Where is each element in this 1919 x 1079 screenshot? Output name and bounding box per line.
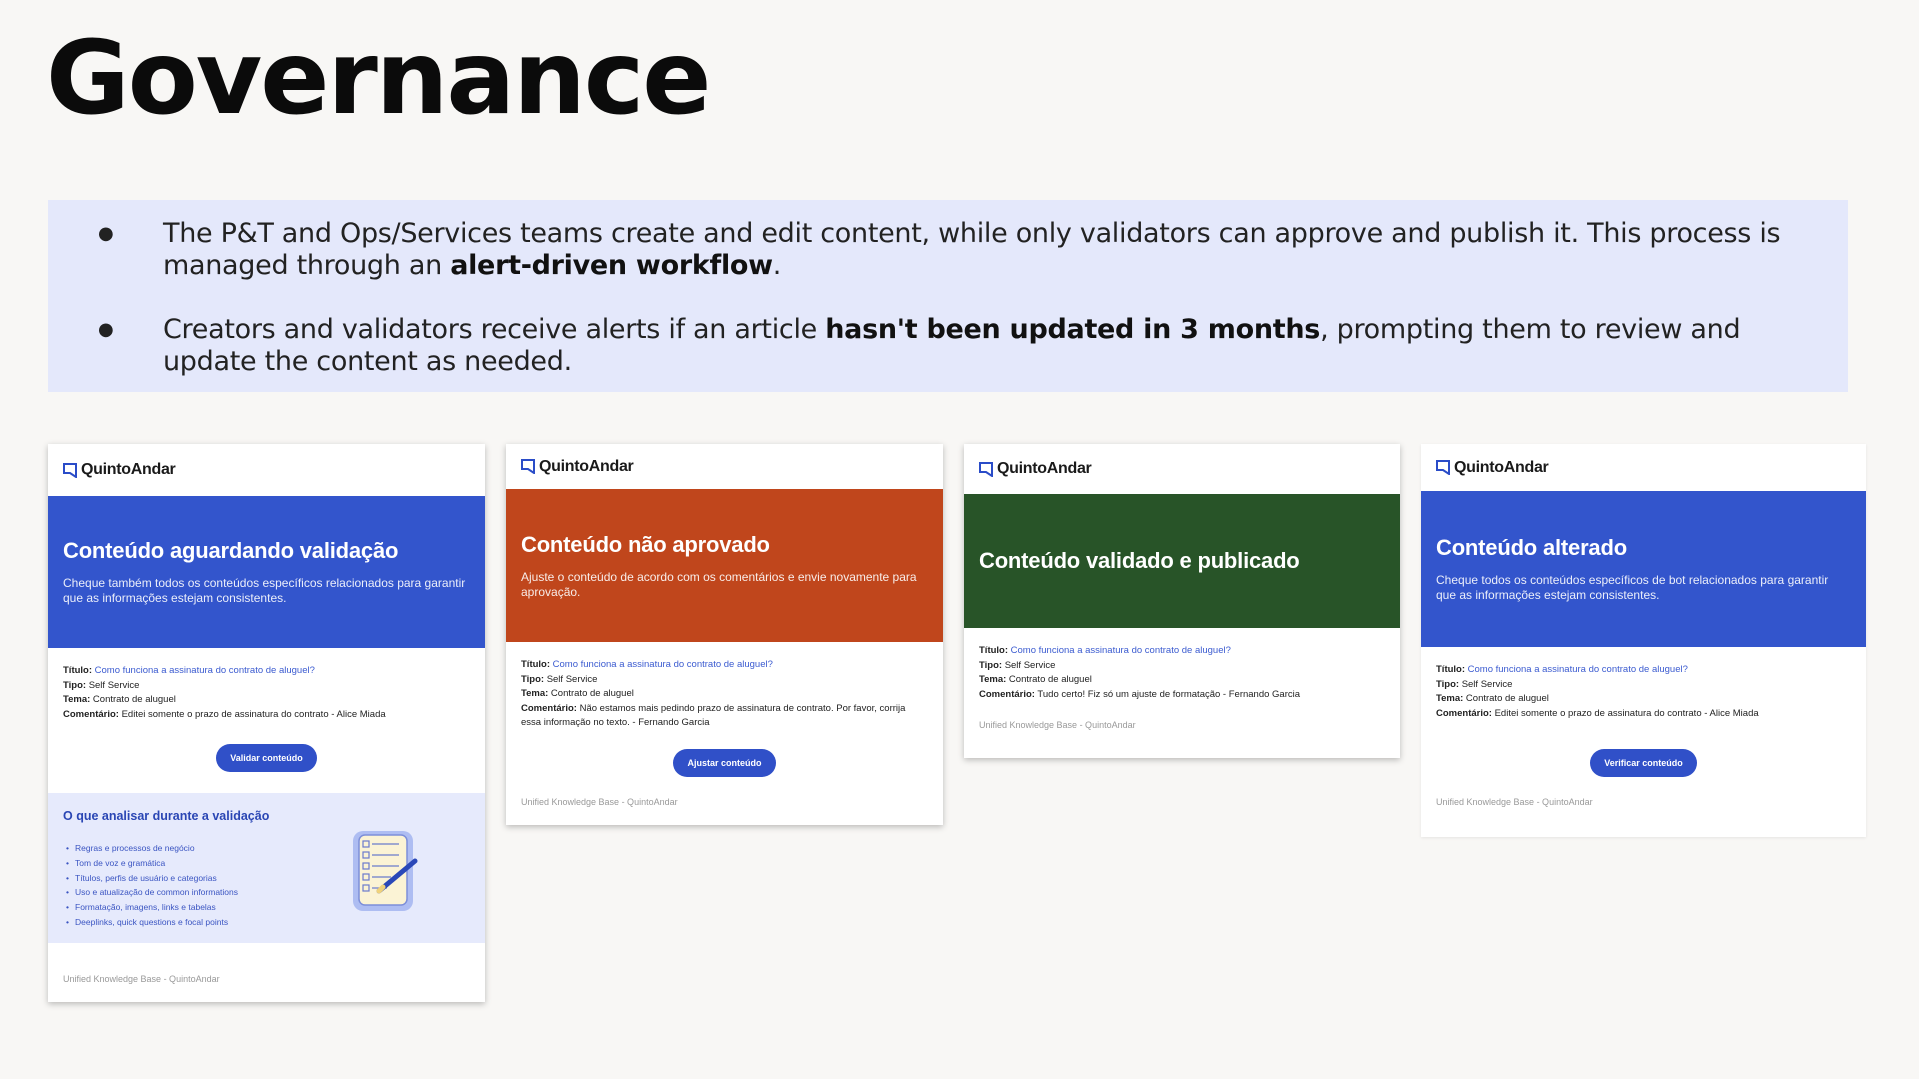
brand-name: QuintoAndar — [539, 457, 634, 475]
article-link[interactable]: Como funciona a assinatura do contrato d… — [1468, 664, 1688, 675]
validate-content-button[interactable]: Validar conteúdo — [216, 744, 317, 772]
card-details: Título: Como funciona a assinatura do co… — [1436, 664, 1759, 719]
validation-checklist-section: O que analisar durante a validação Regra… — [48, 793, 485, 943]
brand-name: QuintoAndar — [1454, 458, 1549, 476]
email-card-content-changed: QuintoAndar Conteúdo alterado Cheque tod… — [1421, 444, 1866, 837]
card-header: QuintoAndar — [506, 444, 943, 489]
card-heading: Conteúdo alterado — [1436, 535, 1627, 560]
checklist-clipboard-icon — [353, 831, 418, 911]
quintoandar-logo-icon — [521, 459, 535, 474]
email-card-not-approved: QuintoAndar Conteúdo não aprovado Ajuste… — [506, 444, 943, 825]
adjust-content-button[interactable]: Ajustar conteúdo — [673, 748, 776, 777]
brand-name: QuintoAndar — [81, 461, 176, 478]
checklist-title: O que analisar durante a validação — [63, 809, 270, 823]
bullet-item: Creators and validators receive alerts i… — [98, 314, 1808, 378]
card-banner: Conteúdo alterado Cheque todos os conteú… — [1421, 491, 1866, 647]
card-footer: Unified Knowledge Base - QuintoAndar — [979, 720, 1136, 730]
bullet-bold: hasn't been updated in 3 months — [825, 314, 1321, 345]
card-subtext: Cheque todos os conteúdos específicos de… — [1436, 573, 1829, 602]
brand-name: QuintoAndar — [997, 460, 1092, 477]
card-banner: Conteúdo validado e publicado — [964, 494, 1400, 628]
bullet-item: The P&T and Ops/Services teams create an… — [98, 218, 1808, 282]
article-link[interactable]: Como funciona a assinatura do contrato d… — [1011, 645, 1231, 656]
card-heading: Conteúdo não aprovado — [521, 531, 770, 557]
email-card-awaiting-validation: QuintoAndar Conteúdo aguardando validaçã… — [48, 444, 485, 1002]
quintoandar-logo-icon — [1436, 460, 1450, 475]
card-header: QuintoAndar — [964, 444, 1400, 494]
list-item: Deeplinks, quick questions e focal point… — [66, 915, 470, 930]
card-banner: Conteúdo não aprovado Ajuste o conteúdo … — [506, 489, 943, 642]
card-header: QuintoAndar — [1421, 444, 1866, 491]
card-subtext: Ajuste o conteúdo de acordo com os comen… — [521, 569, 917, 599]
card-subtext: Cheque também todos os conteúdos específ… — [63, 576, 466, 605]
card-banner: Conteúdo aguardando validação Cheque tam… — [48, 496, 485, 648]
card-details: Título: Como funciona a assinatura do co… — [521, 659, 906, 728]
bullet-bold: alert-driven workflow — [450, 250, 773, 281]
article-link[interactable]: Como funciona a assinatura do contrato d… — [95, 665, 315, 676]
card-heading: Conteúdo validado e publicado — [979, 548, 1300, 573]
card-footer: Unified Knowledge Base - QuintoAndar — [1436, 797, 1593, 807]
email-card-validated-published: QuintoAndar Conteúdo validado e publicad… — [964, 444, 1400, 758]
card-details: Título: Como funciona a assinatura do co… — [979, 645, 1301, 700]
card-footer: Unified Knowledge Base - QuintoAndar — [63, 974, 220, 984]
card-heading: Conteúdo aguardando validação — [63, 538, 399, 563]
page-title: Governance — [46, 19, 711, 138]
verify-content-button[interactable]: Verificar conteúdo — [1590, 749, 1697, 777]
card-details: Título: Como funciona a assinatura do co… — [63, 665, 386, 720]
card-footer: Unified Knowledge Base - QuintoAndar — [521, 796, 678, 807]
quintoandar-logo-icon — [63, 462, 77, 478]
quintoandar-logo-icon — [979, 461, 993, 477]
article-link[interactable]: Como funciona a assinatura do contrato d… — [553, 659, 773, 670]
card-header: QuintoAndar — [48, 444, 485, 496]
bullet-box: The P&T and Ops/Services teams create an… — [48, 200, 1848, 392]
